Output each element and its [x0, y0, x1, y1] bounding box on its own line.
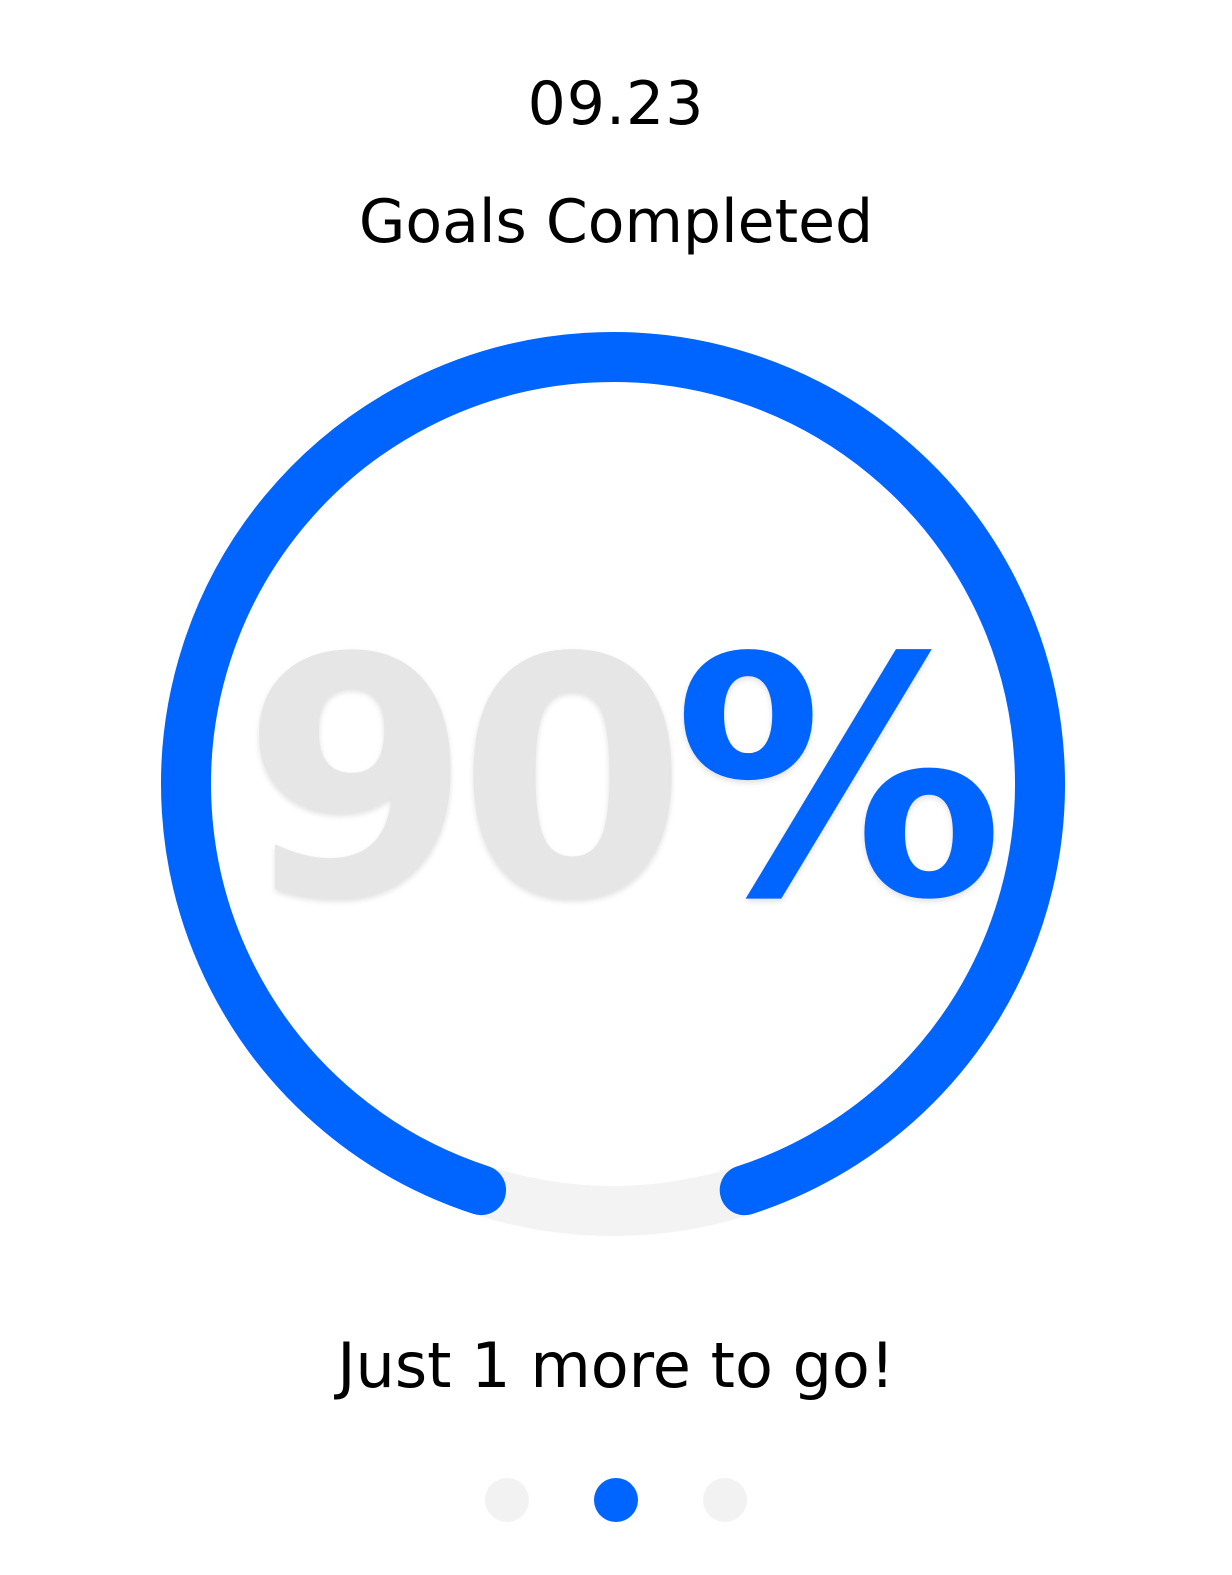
progress-percent: 90%	[0, 600, 1232, 960]
progress-unit: %	[673, 588, 1004, 972]
page-dot-2[interactable]	[594, 1478, 638, 1522]
page-dot-1[interactable]	[485, 1478, 529, 1522]
page-indicator	[0, 1478, 1232, 1522]
progress-message: Just 1 more to go!	[337, 1329, 895, 1402]
progress-value: 90	[242, 588, 687, 972]
page-dot-3[interactable]	[703, 1478, 747, 1522]
